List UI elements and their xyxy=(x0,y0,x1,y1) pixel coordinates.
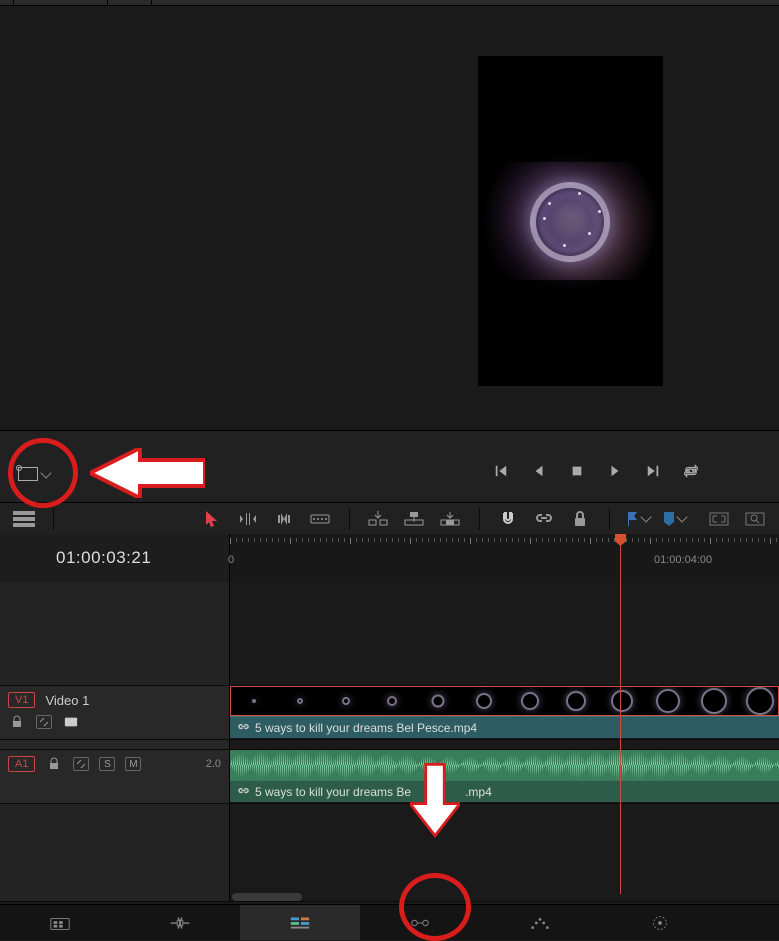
timeline-ruler: 01:00:03:21 0 01:00:04:00 xyxy=(0,534,779,582)
ruler-label: 0 xyxy=(228,554,234,566)
horizontal-scrollbar[interactable] xyxy=(232,893,302,901)
mute-button[interactable]: M xyxy=(125,757,141,771)
track-divider xyxy=(0,740,230,749)
viewer-controls xyxy=(0,430,779,502)
divider xyxy=(602,507,616,531)
linked-selection-toggle[interactable] xyxy=(530,507,558,531)
viewer-canvas[interactable] xyxy=(478,56,663,386)
flag-button[interactable] xyxy=(624,507,652,531)
track-gap[interactable] xyxy=(230,582,779,685)
cut-page-tab[interactable] xyxy=(120,905,240,940)
blade-tool[interactable] xyxy=(306,507,334,531)
empty-header xyxy=(0,804,230,901)
video-track-badge[interactable]: V1 xyxy=(8,692,35,708)
video-track-name: Video 1 xyxy=(45,693,89,708)
chevron-down-icon xyxy=(676,511,687,522)
video-clip-title: 5 ways to kill your dreams Bel Pesce.mp4 xyxy=(255,721,477,735)
divider xyxy=(342,507,356,531)
edit-page-tab[interactable] xyxy=(240,905,360,940)
first-frame-button[interactable] xyxy=(493,463,509,479)
divider xyxy=(472,507,486,531)
video-track-header[interactable]: V1 Video 1 xyxy=(0,686,230,739)
dynamic-trim-tool[interactable] xyxy=(270,507,298,531)
current-timecode: 01:00:03:21 xyxy=(56,548,151,568)
track-lock-button[interactable] xyxy=(45,756,63,772)
link-icon xyxy=(238,722,249,733)
audio-track-header[interactable]: A1 S M 2.0 xyxy=(0,750,230,803)
timeline-view-options[interactable] xyxy=(10,507,38,531)
play-button[interactable] xyxy=(607,463,623,479)
loop-button[interactable] xyxy=(683,463,699,479)
track-divider-content xyxy=(230,740,779,749)
position-lock-toggle[interactable] xyxy=(566,507,594,531)
audio-channels: 2.0 xyxy=(206,758,221,770)
annotation-circle xyxy=(8,438,78,508)
timecode-display[interactable]: 01:00:03:21 xyxy=(0,534,230,582)
edit-toolbar xyxy=(0,502,779,534)
selection-tool[interactable] xyxy=(198,507,226,531)
marker-button[interactable] xyxy=(660,507,688,531)
snapping-toggle[interactable] xyxy=(494,507,522,531)
auto-select-button[interactable] xyxy=(73,757,89,771)
solo-button[interactable]: S xyxy=(99,757,115,771)
color-page-tab[interactable] xyxy=(480,905,600,940)
video-clip-title-bar[interactable]: 5 ways to kill your dreams Bel Pesce.mp4 xyxy=(230,716,779,738)
video-frame xyxy=(478,162,663,280)
playhead[interactable] xyxy=(620,534,621,894)
track-gap-header xyxy=(0,582,230,685)
viewer xyxy=(0,6,779,430)
audio-clip-title-right: .mp4 xyxy=(465,785,492,799)
chevron-down-icon xyxy=(640,511,651,522)
ruler-track[interactable]: 0 01:00:04:00 xyxy=(230,534,779,582)
track-lock-button[interactable] xyxy=(8,714,26,730)
video-track[interactable]: 5 ways to kill your dreams Bel Pesce.mp4 xyxy=(230,686,779,739)
ruler-label: 01:00:04:00 xyxy=(654,554,712,566)
transport-controls xyxy=(493,463,699,479)
auto-select-button[interactable] xyxy=(36,715,52,729)
audio-clip[interactable] xyxy=(230,750,779,780)
full-extent-zoom[interactable] xyxy=(705,507,733,531)
detail-zoom[interactable] xyxy=(741,507,769,531)
replace-clip-button[interactable] xyxy=(436,507,464,531)
track-enable-button[interactable] xyxy=(62,714,80,730)
overwrite-clip-button[interactable] xyxy=(400,507,428,531)
audio-clip-title-bar[interactable]: 5 ways to kill your dreams Be .mp4 xyxy=(230,780,779,802)
audio-track-badge[interactable]: A1 xyxy=(8,756,35,772)
empty-track-area[interactable] xyxy=(230,804,779,901)
stop-button[interactable] xyxy=(569,463,585,479)
media-page-tab[interactable] xyxy=(0,905,120,940)
reverse-play-button[interactable] xyxy=(531,463,547,479)
fairlight-page-tab[interactable] xyxy=(600,905,720,940)
audio-clip-title-left: 5 ways to kill your dreams Be xyxy=(255,785,411,799)
link-icon xyxy=(238,786,249,797)
trim-tool[interactable] xyxy=(234,507,262,531)
timeline-tracks: V1 Video 1 5 ways to kill your dreams Be… xyxy=(0,582,779,902)
insert-clip-button[interactable] xyxy=(364,507,392,531)
annotation-circle xyxy=(399,873,471,941)
last-frame-button[interactable] xyxy=(645,463,661,479)
video-clip[interactable] xyxy=(230,686,779,716)
divider xyxy=(46,507,60,531)
page-tabs xyxy=(0,904,779,940)
audio-track[interactable]: 5 ways to kill your dreams Be .mp4 xyxy=(230,750,779,803)
